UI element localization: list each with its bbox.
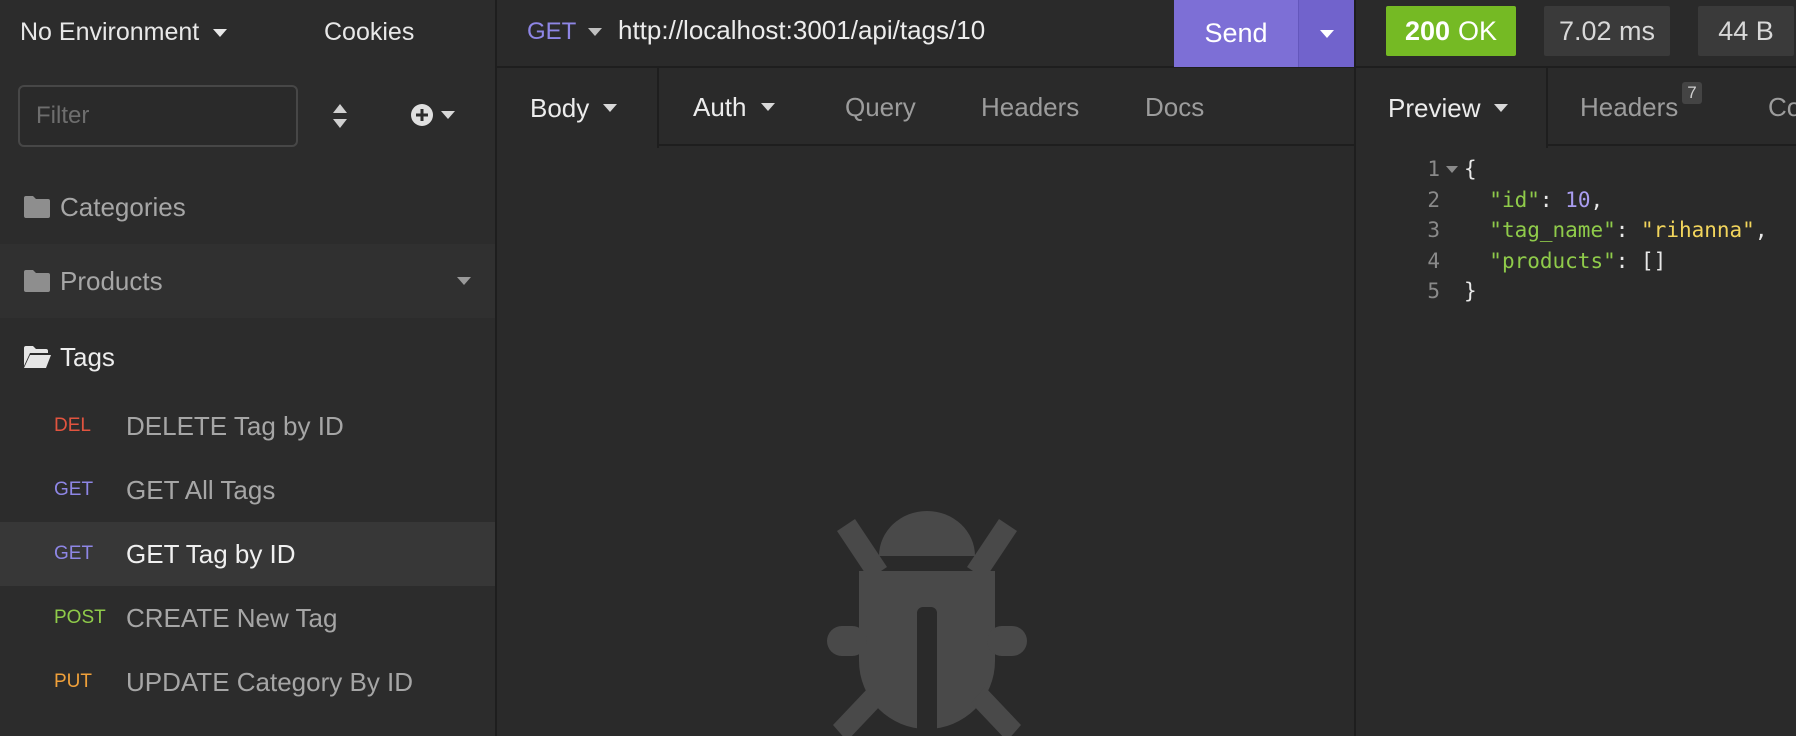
json-brace: {: [1464, 157, 1477, 182]
line-number: 2: [1427, 187, 1440, 212]
response-size-badge: 44 B: [1698, 6, 1794, 56]
status-badge: 200 OK: [1386, 6, 1516, 56]
folder-open-icon: [24, 346, 51, 368]
folder-categories[interactable]: Categories: [0, 170, 495, 244]
sidebar: No Environment Cookies Categories Produc…: [0, 0, 497, 736]
method-badge: GET: [54, 543, 94, 564]
tab-label: Co: [1768, 91, 1796, 122]
json-brace: }: [1464, 279, 1477, 304]
json-key: "products": [1489, 248, 1616, 273]
send-button[interactable]: Send: [1174, 0, 1298, 67]
tab-auth[interactable]: Auth: [693, 68, 775, 146]
folder-products[interactable]: Products: [0, 244, 495, 318]
url-bar: GET Send: [497, 0, 1354, 68]
folder-icon: [24, 196, 50, 218]
folder-label: Categories: [60, 191, 186, 222]
tab-label: Docs: [1145, 91, 1205, 122]
fold-toggle[interactable]: [1440, 165, 1464, 173]
folder-label: Tags: [60, 341, 115, 372]
add-menu-button[interactable]: [410, 103, 455, 127]
tab-label: Headers: [981, 91, 1080, 122]
folder-label: Products: [60, 265, 163, 296]
tab-docs[interactable]: Docs: [1145, 68, 1204, 146]
request-item[interactable]: DEL DELETE Tag by ID: [0, 394, 495, 458]
line-number: 3: [1427, 218, 1440, 243]
status-text: OK: [1458, 15, 1498, 46]
folder-tags[interactable]: Tags: [0, 320, 495, 394]
request-item[interactable]: POST CREATE New Tag: [0, 586, 495, 650]
json-key: "id": [1489, 187, 1540, 212]
method-selector[interactable]: GET: [527, 18, 603, 46]
request-tabs: Body Auth Query Headers Docs: [497, 68, 1354, 148]
chevron-down-icon: [1446, 165, 1458, 173]
url-input[interactable]: [618, 15, 1138, 46]
code-line: 5 }: [1356, 276, 1767, 307]
chevron-down-icon: [213, 28, 228, 37]
send-options-button[interactable]: [1298, 0, 1354, 67]
chevron-down-icon: [760, 103, 775, 111]
response-time-badge: 7.02 ms: [1544, 6, 1670, 56]
code-line: 2 "id": 10,: [1356, 185, 1767, 216]
headers-count-badge: 7: [1682, 82, 1702, 104]
environment-label: No Environment: [20, 18, 200, 46]
request-item[interactable]: GET GET All Tags: [0, 458, 495, 522]
environment-selector[interactable]: No Environment: [20, 18, 228, 47]
cookies-button[interactable]: Cookies: [324, 18, 414, 47]
request-item[interactable]: PUT UPDATE Category By ID: [0, 650, 495, 714]
method-badge: POST: [54, 607, 106, 628]
tab-preview[interactable]: Preview: [1356, 68, 1548, 148]
status-code: 200: [1404, 15, 1451, 46]
request-name: DELETE Tag by ID: [126, 410, 344, 441]
request-name: GET Tag by ID: [126, 538, 296, 569]
line-number: 1: [1427, 157, 1440, 182]
tab-response-headers[interactable]: Headers 7: [1580, 68, 1702, 146]
tab-query[interactable]: Query: [845, 68, 916, 146]
method-badge: GET: [54, 479, 94, 500]
request-name: GET All Tags: [126, 474, 276, 505]
request-body-panel: [497, 146, 1354, 736]
json-number: 10: [1565, 187, 1591, 212]
filter-input[interactable]: [18, 85, 298, 147]
chevron-down-icon[interactable]: [457, 277, 471, 285]
json-array: []: [1641, 248, 1667, 273]
chevron-down-icon: [603, 104, 618, 112]
tab-label: Body: [530, 92, 590, 123]
method-label: GET: [527, 18, 577, 45]
request-name: CREATE New Tag: [126, 602, 338, 633]
code-line: 4 "products": []: [1356, 246, 1767, 277]
response-status-bar: 200 OK 7.02 ms 44 B: [1354, 0, 1796, 68]
sidebar-header: No Environment Cookies: [0, 0, 495, 66]
tab-label: Query: [845, 91, 916, 122]
line-number: 5: [1427, 279, 1440, 304]
chevron-down-icon: [588, 28, 603, 36]
json-viewer[interactable]: 1 { 2 "id": 10, 3 "tag_name": "rihanna",…: [1356, 154, 1767, 307]
request-name: UPDATE Category By ID: [126, 666, 414, 697]
json-key: "tag_name": [1489, 218, 1616, 243]
json-string: "rihanna": [1641, 218, 1755, 243]
plus-circle-icon: [411, 104, 433, 126]
tab-label: Preview: [1388, 92, 1481, 123]
response-tabs: Preview Headers 7 Co: [1354, 68, 1796, 148]
chevron-down-icon: [441, 111, 455, 119]
code-line: 3 "tag_name": "rihanna",: [1356, 215, 1767, 246]
code-line: 1 {: [1356, 154, 1767, 185]
chevron-down-icon: [1494, 104, 1509, 112]
tab-label: Auth: [693, 91, 747, 122]
method-badge: DEL: [54, 415, 91, 436]
tab-cookies-truncated[interactable]: Co: [1768, 68, 1796, 146]
bug-icon: [827, 511, 1027, 736]
tab-label: Headers: [1580, 91, 1679, 122]
line-number: 4: [1427, 248, 1440, 273]
chevron-down-icon: [1319, 29, 1334, 38]
folder-icon: [24, 270, 50, 292]
tab-body[interactable]: Body: [497, 68, 659, 148]
request-item-active[interactable]: GET GET Tag by ID: [0, 522, 495, 586]
method-badge: PUT: [54, 671, 92, 692]
tab-headers[interactable]: Headers: [981, 68, 1079, 146]
response-preview-panel: 1 { 2 "id": 10, 3 "tag_name": "rihanna",…: [1354, 146, 1796, 736]
sort-icon[interactable]: [330, 102, 350, 130]
